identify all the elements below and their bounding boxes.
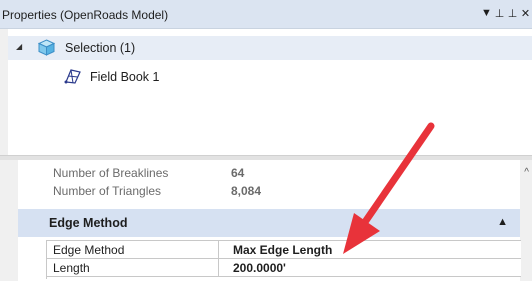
scroll-up-icon[interactable]: ^ [524,167,529,178]
grid-label: Edge Method [53,243,125,257]
expand-collapse-icon[interactable]: ◢ [16,42,22,51]
property-label: Number of Triangles [53,184,162,198]
panel-title-bar: Properties (OpenRoads Model) ▼ ⊥ ⊥ ✕ [0,0,532,29]
property-row: Number of Breaklines 64 [18,163,520,181]
cube-selection-icon [38,39,55,56]
property-label: Number of Breaklines [53,166,169,180]
group-header-edge-method[interactable]: Edge Method ▲ [18,209,520,237]
tree-item-field-book[interactable]: Field Book 1 [90,70,159,84]
group-title: Edge Method [49,216,128,230]
grid-label: Length [53,261,90,275]
panel-title: Properties (OpenRoads Model) [2,8,169,22]
pin-icon[interactable]: ⊥ [506,7,519,20]
field-book-icon [64,69,81,84]
dropdown-icon[interactable]: ▼ [480,7,493,20]
tree-item-label: Selection (1) [65,41,136,55]
pin-icon[interactable]: ⊥ [493,7,506,20]
property-row: Number of Triangles 8,084 [18,181,520,199]
collapse-icon[interactable]: ▲ [497,216,508,228]
property-value: 8,084 [231,184,262,198]
close-icon[interactable]: ✕ [519,7,532,20]
grid-divider [218,241,219,258]
selection-tree: ◢ Selection (1) Field Book 1 [8,29,532,155]
grid-row-length[interactable]: Length 200.0000' [47,259,521,277]
title-bar-controls: ▼ ⊥ ⊥ ✕ [480,7,532,20]
grid-divider [218,259,219,276]
property-value: 64 [231,166,245,180]
property-grid: Edge Method Max Edge Length Length 200.0… [46,240,521,279]
tree-item-selection[interactable]: ◢ Selection (1) [8,36,532,60]
grid-value[interactable]: Max Edge Length [233,243,332,257]
grid-value[interactable]: 200.0000' [233,261,286,275]
grid-row-edge-method[interactable]: Edge Method Max Edge Length [47,241,521,259]
